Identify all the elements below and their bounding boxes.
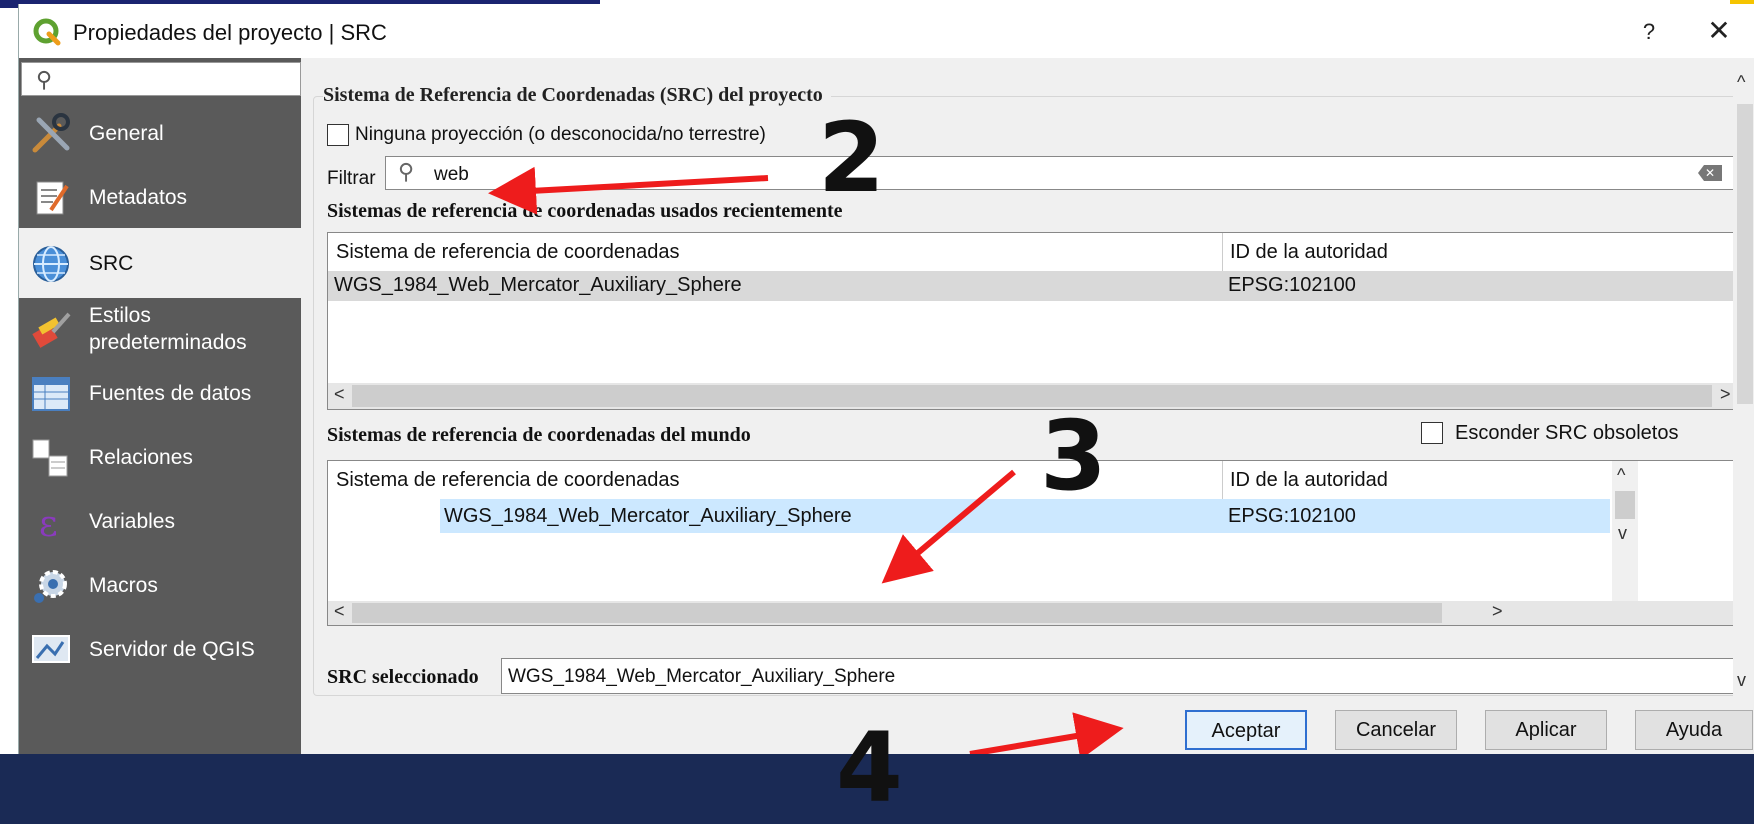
- annotation-arrows: [488, 166, 1124, 754]
- arrow-to-crs-row: [881, 469, 1016, 584]
- arrow-to-ok-button: [969, 712, 1124, 754]
- arrow-to-filter: [488, 166, 769, 215]
